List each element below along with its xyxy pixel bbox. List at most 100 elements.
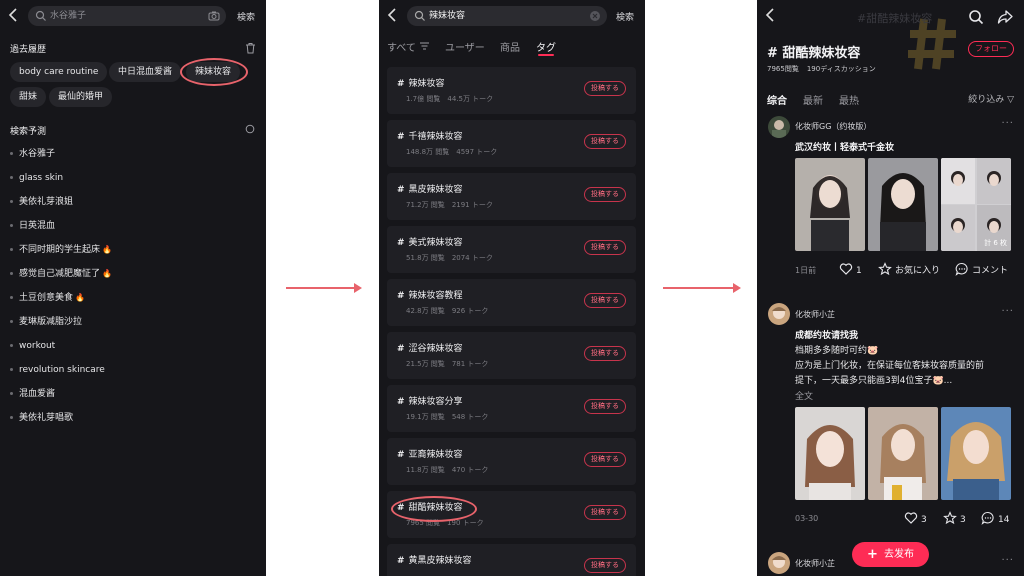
funnel-icon: ▽: [1007, 95, 1014, 105]
tab-hottest[interactable]: 最热: [839, 92, 859, 107]
post-to-tag-button[interactable]: 投稿する: [584, 293, 626, 308]
tag-result-card[interactable]: # 涩谷辣妹妆容 21.5万 閲覧 781 トーク 投稿する: [387, 332, 636, 379]
tag-result-card[interactable]: # 黄黑皮辣妹妆容 投稿する: [387, 544, 636, 576]
post-username[interactable]: 化妆师小芷: [795, 558, 835, 569]
prediction-item[interactable]: workout: [10, 339, 55, 353]
avatar[interactable]: [768, 552, 790, 574]
history-chip[interactable]: 甜妹: [10, 87, 47, 107]
avatar[interactable]: [768, 116, 790, 138]
post-photo[interactable]: [868, 158, 938, 251]
prediction-item[interactable]: 水谷雅子: [10, 147, 55, 161]
tab-products[interactable]: 商品: [500, 39, 520, 54]
trash-icon[interactable]: [245, 42, 256, 54]
back-icon[interactable]: [765, 8, 779, 26]
filter-icon[interactable]: [420, 42, 429, 50]
refresh-icon[interactable]: [245, 124, 255, 134]
tag-result-card[interactable]: # 黑皮辣妹妆容 71.2万 閲覧 2191 トーク 投稿する: [387, 173, 636, 220]
publish-button[interactable]: + 去发布: [852, 542, 929, 567]
tab-all[interactable]: すべて: [387, 39, 416, 54]
tag-stats: [406, 571, 413, 576]
history-chip[interactable]: body care routine: [10, 62, 108, 82]
fire-icon: 🔥: [75, 293, 85, 302]
tag-name: # 亚裔辣妹妆容: [397, 450, 463, 460]
tag-detail-screen: #甜酷辣妹妆容 # 甜酷辣妹妆容 フォロー 7965閲覧 190ディスカッション …: [757, 0, 1024, 576]
search-history-screen: 水谷雅子 検索 過去履歴 body care routine 中日混血爱酱 辣妹…: [0, 0, 266, 576]
post-to-tag-button[interactable]: 投稿する: [584, 346, 626, 361]
prediction-item[interactable]: 美依礼芽浪姐: [10, 195, 73, 209]
favorite-button[interactable]: お気に入り: [878, 262, 940, 276]
post-to-tag-button[interactable]: 投稿する: [584, 505, 626, 520]
tag-stats: 21.5万 閲覧 781 トーク: [406, 360, 489, 368]
highlight-circle: [391, 496, 477, 522]
prediction-item[interactable]: revolution skincare: [10, 363, 105, 377]
post-to-tag-button[interactable]: 投稿する: [584, 558, 626, 573]
prediction-item[interactable]: glass skin: [10, 171, 63, 185]
post-username[interactable]: 化妆师小芷: [795, 309, 835, 320]
tag-result-card[interactable]: # 千禧辣妹妆容 148.8万 閲覧 4597 トーク 投稿する: [387, 120, 636, 167]
like-button[interactable]: 1: [839, 262, 862, 276]
history-chip[interactable]: 中日混血爱酱: [109, 62, 182, 82]
share-icon[interactable]: [997, 9, 1013, 25]
search-icon[interactable]: [968, 9, 984, 25]
tag-result-card[interactable]: # 辣妹妆容教程 42.8万 閲覧 926 トーク 投稿する: [387, 279, 636, 326]
post-to-tag-button[interactable]: 投稿する: [584, 187, 626, 202]
tag-stats: 71.2万 閲覧 2191 トーク: [406, 201, 493, 209]
post-to-tag-button[interactable]: 投稿する: [584, 134, 626, 149]
hashtag-icon: #: [397, 185, 405, 195]
camera-icon[interactable]: [208, 10, 220, 22]
post-to-tag-button[interactable]: 投稿する: [584, 81, 626, 96]
post-photo[interactable]: [795, 407, 865, 500]
search-button[interactable]: 検索: [616, 10, 634, 23]
prediction-item[interactable]: 不同时期的学生起床 🔥: [10, 243, 112, 257]
active-tab-indicator: [538, 54, 554, 56]
comment-button[interactable]: コメント: [955, 262, 1008, 276]
search-button[interactable]: 検索: [237, 10, 255, 23]
avatar[interactable]: [768, 303, 790, 325]
follow-button[interactable]: フォロー: [968, 41, 1014, 57]
tab-latest[interactable]: 最新: [803, 92, 823, 107]
tag-search-results-screen: 辣妹妆容 検索 すべて ユーザー 商品 タグ # 辣妹妆容 1.7億 閲覧 44.5万…: [379, 0, 645, 576]
post-photo-grid[interactable]: 計 6 枚: [941, 158, 1011, 251]
search-icon: [414, 10, 425, 21]
prediction-item[interactable]: 美依礼芽唱歌: [10, 411, 73, 425]
tab-tags[interactable]: タグ: [536, 39, 556, 54]
tag-result-card[interactable]: # 美式辣妹妆容 51.8万 閲覧 2074 トーク 投稿する: [387, 226, 636, 273]
prediction-item[interactable]: 混血爱酱: [10, 387, 55, 401]
tag-result-card[interactable]: # 辣妹妆容分享 19.1万 閲覧 548 トーク 投稿する: [387, 385, 636, 432]
filter-button[interactable]: 絞り込み ▽: [968, 92, 1014, 105]
back-icon[interactable]: [8, 8, 22, 26]
favorite-button[interactable]: 3: [943, 511, 966, 525]
clear-icon[interactable]: [590, 11, 600, 21]
like-button[interactable]: 3: [904, 511, 927, 525]
back-icon[interactable]: [387, 8, 401, 26]
post-to-tag-button[interactable]: 投稿する: [584, 240, 626, 255]
prediction-item[interactable]: 日英混血: [10, 219, 55, 233]
post-photo[interactable]: [941, 407, 1011, 500]
post-photo[interactable]: [868, 407, 938, 500]
comment-icon: [955, 262, 968, 276]
tab-comprehensive[interactable]: 综合: [767, 92, 787, 107]
more-icon[interactable]: ···: [1001, 118, 1014, 129]
post-photo[interactable]: [795, 158, 865, 251]
post-to-tag-button[interactable]: 投稿する: [584, 452, 626, 467]
search-input[interactable]: 辣妹妆容: [407, 6, 607, 26]
prediction-item[interactable]: 土豆创意美食 🔥: [10, 291, 85, 305]
tag-result-card[interactable]: # 辣妹妆容 1.7億 閲覧 44.5万 トーク 投稿する: [387, 67, 636, 114]
post-username[interactable]: 化妆师GG（约妆版）: [795, 121, 871, 132]
read-more-link[interactable]: 全文: [795, 389, 813, 402]
post-to-tag-button[interactable]: 投稿する: [584, 399, 626, 414]
tag-stats: 42.8万 閲覧 926 トーク: [406, 307, 489, 315]
tag-name: # 美式辣妹妆容: [397, 238, 463, 248]
comment-button[interactable]: 14: [981, 511, 1009, 525]
prediction-item[interactable]: 感觉自己减肥魔怔了 🔥: [10, 267, 112, 281]
prediction-item[interactable]: 麦琳版减脂沙拉: [10, 315, 82, 329]
history-chip[interactable]: 最仙的婚甲: [49, 87, 113, 107]
tag-result-card[interactable]: # 亚裔辣妹妆容 11.8万 閲覧 470 トーク 投稿する: [387, 438, 636, 485]
search-input[interactable]: 水谷雅子: [28, 6, 226, 26]
more-icon[interactable]: ···: [1001, 555, 1014, 566]
tag-stats: 7965閲覧 190ディスカッション: [767, 65, 876, 73]
more-icon[interactable]: ···: [1001, 306, 1014, 317]
tab-users[interactable]: ユーザー: [445, 39, 485, 54]
post-date: 03-30: [795, 514, 819, 523]
tag-name: # 涩谷辣妹妆容: [397, 344, 463, 354]
